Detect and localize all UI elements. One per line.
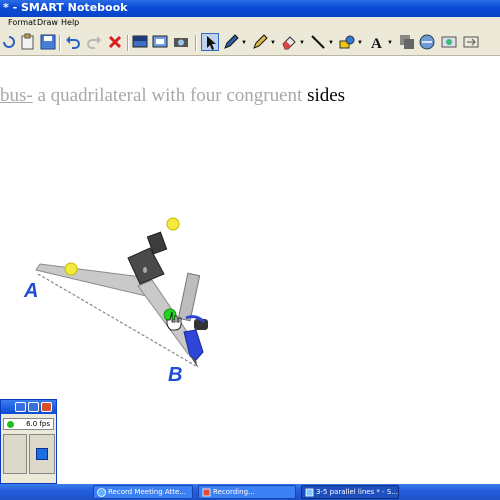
taskbar-item-record-meeting[interactable]: Record Meeting Atte... xyxy=(93,485,193,499)
paste-icon[interactable] xyxy=(19,33,37,51)
recorder-icon xyxy=(202,488,211,497)
svg-text:A: A xyxy=(371,36,382,51)
menu-format[interactable]: Format xyxy=(8,18,36,27)
delete-icon[interactable] xyxy=(106,33,124,51)
screen-shade-icon[interactable] xyxy=(131,33,149,51)
taskbar: Record Meeting Atte... Recording... 3-5 … xyxy=(0,484,500,500)
capture-icon[interactable] xyxy=(440,33,458,51)
full-screen-icon[interactable] xyxy=(151,33,169,51)
creative-pen-dropdown-icon[interactable]: ▼ xyxy=(270,40,276,46)
pen-dropdown-icon[interactable]: ▼ xyxy=(241,40,247,46)
text-dropdown-icon[interactable]: ▼ xyxy=(387,40,393,46)
taskbar-item-label: 3-5 parallel lines * - S... xyxy=(316,488,399,496)
shapes-icon[interactable] xyxy=(338,33,356,51)
creative-pen-icon[interactable] xyxy=(251,33,269,51)
recording-status-icon xyxy=(7,421,14,428)
rotate-handle xyxy=(166,217,180,231)
minimize-button[interactable] xyxy=(15,402,26,412)
taskbar-item-label: Record Meeting Atte... xyxy=(108,488,186,496)
undo-icon[interactable] xyxy=(64,33,82,51)
toggle-toolbar-icon[interactable] xyxy=(462,33,480,51)
toolbar: ▼ ▼ ▼ ▼ ▼ A ▼ xyxy=(0,30,500,56)
camera-icon[interactable] xyxy=(172,33,190,51)
stop-button[interactable] xyxy=(29,434,55,474)
select-icon[interactable] xyxy=(201,33,219,51)
close-button[interactable] xyxy=(41,402,52,412)
properties-icon[interactable] xyxy=(418,33,436,51)
recorder-window[interactable]: 6.0 fps xyxy=(0,399,57,484)
shapes-dropdown-icon[interactable]: ▼ xyxy=(357,40,363,46)
fps-text: 6.0 fps xyxy=(26,420,50,428)
pause-button[interactable] xyxy=(3,434,27,474)
resize-handle xyxy=(64,262,78,276)
menu-help[interactable]: Help xyxy=(61,18,79,27)
point-label-a: A xyxy=(24,280,39,302)
taskbar-item-recording[interactable]: Recording... xyxy=(198,485,296,499)
smart-notebook-icon xyxy=(305,488,314,497)
eraser-icon[interactable] xyxy=(280,33,298,51)
taskbar-item-label: Recording... xyxy=(213,488,255,496)
window-title: * - SMART Notebook xyxy=(3,1,128,14)
pencil-holder xyxy=(177,272,201,322)
point-label-b: B xyxy=(168,364,183,386)
line-dropdown-icon[interactable]: ▼ xyxy=(328,40,334,46)
compass-drawing xyxy=(35,217,208,368)
toolbar-separator xyxy=(59,35,61,51)
menu-bar: Format Draw Help xyxy=(0,17,500,30)
toolbar-separator xyxy=(195,35,197,51)
title-bar: * - SMART Notebook xyxy=(0,0,500,17)
notebook-page[interactable]: bus- a quadrilateral with four congruent… xyxy=(0,56,500,484)
pen-icon[interactable] xyxy=(222,33,240,51)
stop-icon xyxy=(36,448,48,460)
maximize-button[interactable] xyxy=(28,402,39,412)
pencil-body xyxy=(183,329,204,361)
internet-explorer-icon xyxy=(97,488,106,497)
text-icon[interactable]: A xyxy=(368,33,386,51)
previous-page-icon[interactable] xyxy=(0,33,18,51)
line-icon[interactable] xyxy=(309,33,327,51)
fill-icon[interactable] xyxy=(398,33,416,51)
menu-draw[interactable]: Draw xyxy=(37,18,58,27)
save-icon[interactable] xyxy=(39,33,57,51)
eraser-dropdown-icon[interactable]: ▼ xyxy=(299,40,305,46)
taskbar-item-notebook[interactable]: 3-5 parallel lines * - S... xyxy=(301,485,399,499)
fps-indicator: 6.0 fps xyxy=(3,418,54,430)
toolbar-separator xyxy=(127,35,129,51)
recorder-title-bar xyxy=(1,400,56,414)
redo-icon[interactable] xyxy=(85,33,103,51)
